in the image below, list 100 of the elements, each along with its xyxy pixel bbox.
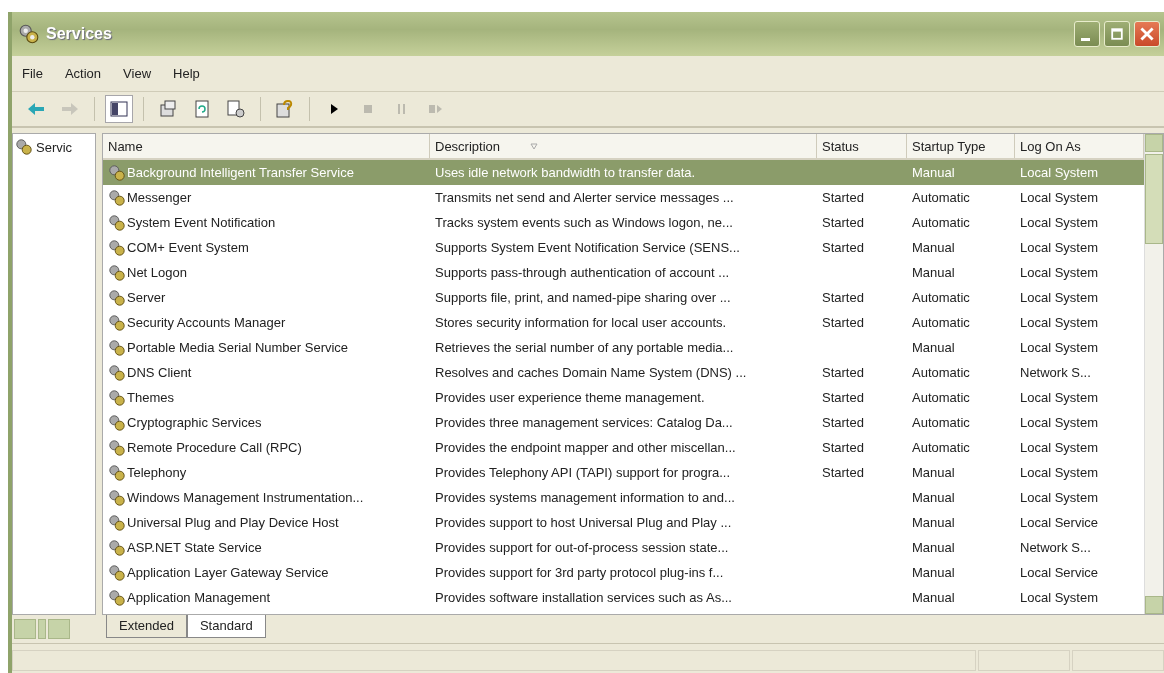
table-cell: Background Intelligent Transfer Service — [127, 165, 354, 180]
view-tab[interactable]: Standard — [186, 615, 266, 638]
column-header[interactable]: Startup Type — [907, 134, 1015, 158]
service-row[interactable]: Themes Provides user experience theme management. Started Automatic Local System — [103, 385, 1144, 410]
table-cell: System Event Notification — [127, 215, 276, 230]
table-cell: Local System — [1020, 590, 1099, 605]
table-cell: Manual — [912, 590, 955, 605]
table-cell: Provides user experience theme management. — [435, 390, 705, 405]
gears-icon — [108, 213, 126, 232]
table-cell: Local System — [1020, 340, 1099, 355]
gears-icon — [108, 363, 126, 382]
scroll-thumb[interactable] — [1145, 154, 1163, 244]
tree-icon[interactable] — [105, 95, 133, 123]
table-cell: Started — [822, 465, 864, 480]
table-cell: Provides three management services: Catalog Da... — [435, 415, 733, 430]
table-cell: Started — [822, 240, 864, 255]
close-icon — [1140, 27, 1154, 41]
table-cell: Local System — [1020, 315, 1099, 330]
service-row[interactable]: Telephony Provides Telephony API (TAPI) support for progra... Started Manual Local System — [103, 460, 1144, 485]
service-row[interactable]: Net Logon Supports pass-through authentication of account ... Manual Local System — [103, 260, 1144, 285]
menu-item[interactable]: Action — [64, 66, 102, 81]
table-cell: Transmits net send and Alerter service messages ... — [435, 190, 734, 205]
table-cell: Local System — [1020, 490, 1099, 505]
service-row[interactable]: Messenger Transmits net send and Alerter service messages ... Started Automatic Local System — [103, 185, 1144, 210]
scroll-left-button[interactable] — [14, 619, 36, 639]
table-cell: Network S... — [1020, 540, 1091, 555]
table-cell: Manual — [912, 265, 955, 280]
table-cell: Supports file, print, and named-pipe sharing over ... — [435, 290, 731, 305]
gears-icon — [108, 263, 126, 282]
gears-icon — [108, 563, 126, 582]
gears-icon — [108, 313, 126, 332]
table-cell: Telephony — [127, 465, 187, 480]
table-cell: Provides support for 3rd party protocol plug-ins f... — [435, 565, 724, 580]
service-row[interactable]: Windows Management Instrumentation... Provides systems management information to and... Manual Local System — [103, 485, 1144, 510]
table-cell: Manual — [912, 565, 955, 580]
view-tab[interactable]: Extended — [106, 615, 187, 638]
table-cell: Automatic — [912, 440, 970, 455]
service-row[interactable]: DNS Client Resolves and caches Domain Name System (DNS) ... Started Automatic Network S... — [103, 360, 1144, 385]
gears-icon — [15, 138, 33, 156]
service-row[interactable]: Application Layer Gateway Service Provides support for 3rd party protocol plug-ins f... Manual Local Service — [103, 560, 1144, 585]
service-row[interactable]: Portable Media Serial Number Service Retrieves the serial number of any portable media... Manual Local System — [103, 335, 1144, 360]
table-cell: Provides Telephony API (TAPI) support for progra... — [435, 465, 731, 480]
scroll-up-button[interactable] — [1145, 134, 1163, 152]
tree-item[interactable]: Servic — [13, 134, 95, 160]
scroll-right-button[interactable] — [48, 619, 70, 639]
gears-icon — [108, 513, 126, 532]
gears-icon — [108, 388, 126, 407]
table-cell: Cryptographic Services — [127, 415, 262, 430]
table-cell: Tracks system events such as Windows logon, ne... — [435, 215, 733, 230]
column-header[interactable]: Description — [430, 134, 817, 158]
table-cell: Local System — [1020, 440, 1099, 455]
service-row[interactable]: Cryptographic Services Provides three management services: Catalog Da... Started Automatic Local System — [103, 410, 1144, 435]
service-row[interactable]: Server Supports file, print, and named-pipe sharing over ... Started Automatic Local System — [103, 285, 1144, 310]
table-cell: Manual — [912, 165, 955, 180]
table-cell: Started — [822, 440, 864, 455]
table-cell: Local System — [1020, 190, 1099, 205]
table-cell: Manual — [912, 540, 955, 555]
minimize-button[interactable] — [1074, 21, 1100, 47]
table-cell: Provides the endpoint mapper and other miscellan... — [435, 440, 736, 455]
table-cell: Remote Procedure Call (RPC) — [127, 440, 302, 455]
table-cell: ASP.NET State Service — [127, 540, 262, 555]
gears-icon — [108, 588, 126, 607]
gears-icon — [108, 238, 126, 257]
table-cell: Application Layer Gateway Service — [127, 565, 329, 580]
table-cell: Automatic — [912, 190, 970, 205]
table-cell: Provides software installation services such as As... — [435, 590, 732, 605]
table-cell: Started — [822, 315, 864, 330]
table-cell: Retrieves the serial number of any portable media... — [435, 340, 734, 355]
table-cell: Uses idle network bandwidth to transfer data. — [435, 165, 696, 180]
scroll-down-button[interactable] — [1145, 596, 1163, 614]
service-row[interactable]: Application Management Provides software installation services such as As... Manual Local System — [103, 585, 1144, 610]
service-row[interactable]: Universal Plug and Play Device Host Provides support to host Universal Plug and Play ... Manual Local Service — [103, 510, 1144, 535]
table-cell: Local System — [1020, 415, 1099, 430]
menu-item[interactable]: View — [123, 66, 152, 81]
table-cell: Started — [822, 190, 864, 205]
table-cell: Automatic — [912, 215, 970, 230]
table-cell: Themes — [127, 390, 174, 405]
table-cell: Application Management — [127, 590, 271, 605]
maximize-button[interactable] — [1104, 21, 1130, 47]
service-row[interactable]: COM+ Event System Supports System Event Notification Service (SENS... Started Manual Local System — [103, 235, 1144, 260]
table-cell: Local System — [1020, 265, 1099, 280]
column-header[interactable]: Name — [103, 134, 430, 158]
menu-item[interactable]: Help — [173, 66, 200, 81]
menu-item[interactable]: File — [22, 66, 43, 81]
service-row[interactable]: Remote Procedure Call (RPC) Provides the endpoint mapper and other miscellan... Started Automatic Local System — [103, 435, 1144, 460]
table-cell: Started — [822, 390, 864, 405]
service-row[interactable]: Security Accounts Manager Stores security information for local user accounts. Started Automatic Local System — [103, 310, 1144, 335]
table-cell: Automatic — [912, 365, 970, 380]
column-header[interactable]: Status — [817, 134, 907, 158]
scroll-thumb[interactable] — [38, 619, 46, 639]
service-row[interactable]: ASP.NET State Service Provides support for out-of-process session state... Manual Network S... — [103, 535, 1144, 560]
table-cell: Started — [822, 215, 864, 230]
close-button[interactable] — [1134, 21, 1160, 47]
table-cell: DNS Client — [127, 365, 192, 380]
service-row[interactable]: System Event Notification Tracks system events such as Windows logon, ne... Started Automatic Local System — [103, 210, 1144, 235]
table-cell: Supports System Event Notification Service (SENS... — [435, 240, 740, 255]
vertical-scrollbar[interactable] — [1144, 134, 1163, 614]
table-cell: Local System — [1020, 465, 1099, 480]
table-cell: Local System — [1020, 240, 1099, 255]
table-cell: Provides support for out-of-process session state... — [435, 540, 729, 555]
